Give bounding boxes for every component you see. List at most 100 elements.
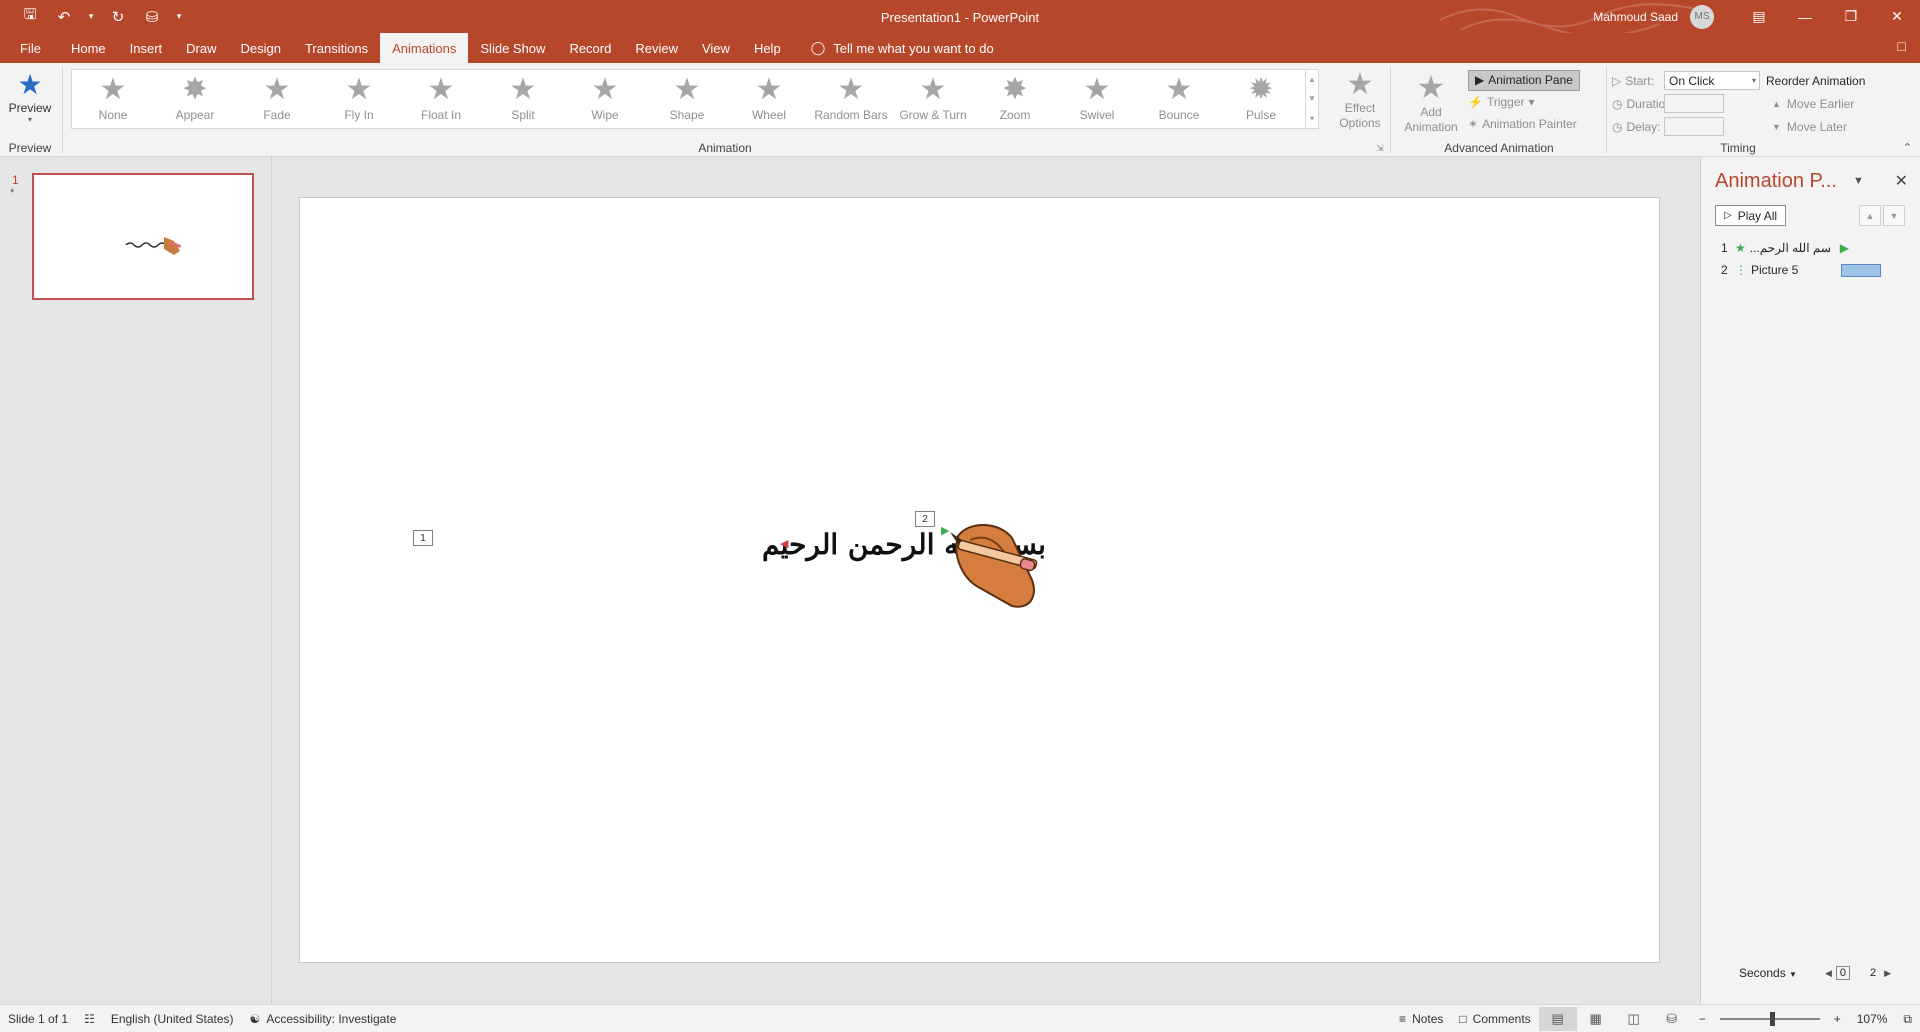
animation-dialog-launcher-icon[interactable]: ⇲ [1376, 143, 1384, 154]
slide-info: Slide 1 of 1 [8, 1011, 69, 1026]
comment-icon: □ [1459, 1012, 1467, 1026]
animation-group-label: Animation [698, 141, 752, 155]
undo-dropdown-icon[interactable]: ▾ [84, 3, 98, 31]
close-icon[interactable]: ✕ [1874, 0, 1920, 33]
play-all-button[interactable]: ▷ Play All [1715, 205, 1787, 226]
notes-icon: ≡ [1399, 1012, 1407, 1026]
item-number: 2 [1721, 263, 1728, 277]
group-divider [1390, 67, 1391, 153]
tab-design[interactable]: Design [229, 33, 293, 63]
restore-icon[interactable]: ❐ [1828, 0, 1874, 33]
animation-pane: Animation P... ▼ ✕ ▷ Play All ▲ ▼ 1 ★ ..… [1700, 157, 1920, 1004]
thumbnail-number: 1 [12, 173, 19, 187]
user-name[interactable]: Mahmoud Saad [1593, 10, 1678, 24]
thumbnail-preview [125, 237, 182, 255]
reading-view-icon[interactable]: ◫ [1615, 1007, 1653, 1031]
play-icon: ▷ [1724, 210, 1732, 221]
tell-me-label: Tell me what you want to do [833, 40, 994, 56]
animation-end-marker-icon: ◀ [780, 538, 789, 550]
zoom-in-icon[interactable]: + [1826, 1012, 1849, 1026]
slide-show-icon[interactable]: ⛁ [1653, 1007, 1691, 1031]
animation-list: 1 ★ ...بسم الله الرحم ▶ 2 ⋮ Picture 5 [1721, 237, 1911, 281]
accessibility-status[interactable]: ☯ Accessibility: Investigate [242, 1012, 405, 1026]
zoom-out-icon[interactable]: − [1691, 1012, 1714, 1026]
notes-label: Notes [1412, 1012, 1444, 1026]
comments-icon[interactable]: □ [1898, 38, 1906, 54]
preview-group: ★ Preview ▾ Preview [0, 63, 60, 157]
slide-canvas[interactable]: 1 2 بسم الله الرحمن الرحيم ▶ ◀ [299, 197, 1660, 963]
close-pane-icon[interactable]: ✕ [1895, 171, 1908, 191]
timeline-right-icon[interactable]: ▶ [1884, 968, 1891, 979]
move-up-icon[interactable]: ▲ [1859, 205, 1881, 226]
timeline-left-icon[interactable]: ◀ [1825, 968, 1832, 979]
animation-group: Animation [62, 63, 1388, 157]
lightbulb-icon: ◯ [810, 40, 826, 55]
undo-icon[interactable]: ↶ [50, 3, 78, 31]
timeline-bar [1841, 263, 1881, 277]
list-item[interactable]: 1 ★ ...بسم الله الرحم ▶ [1721, 237, 1911, 259]
tab-slide-show[interactable]: Slide Show [468, 33, 557, 63]
timeline-end: 2 [1870, 967, 1877, 979]
fit-to-window-icon[interactable]: ⧉ [1895, 1012, 1920, 1027]
seconds-label: Seconds [1739, 966, 1786, 980]
tab-file[interactable]: File [0, 33, 59, 63]
avatar[interactable]: MS [1690, 4, 1714, 29]
collapse-ribbon-icon[interactable]: ⌃ [1903, 141, 1912, 154]
language[interactable]: English (United States) [103, 1012, 242, 1026]
slide-thumbnail[interactable] [32, 173, 254, 300]
tell-me-search[interactable]: ◯ Tell me what you want to do [793, 33, 994, 63]
preview-button[interactable]: ★ Preview ▾ [6, 69, 54, 124]
tab-review[interactable]: Review [623, 33, 690, 63]
animation-pane-title: Animation P... [1715, 170, 1837, 192]
star-icon: ★ [1735, 241, 1746, 255]
play-all-label: Play All [1737, 208, 1778, 223]
play-marker-icon: ▶ [1839, 241, 1849, 255]
tab-record[interactable]: Record [557, 33, 623, 63]
notes-button[interactable]: ≡ Notes [1391, 1012, 1451, 1026]
zoom-slider[interactable] [1719, 1012, 1820, 1026]
item-number: 1 [1721, 241, 1728, 255]
animation-tag[interactable]: 2 [915, 511, 935, 527]
seconds-dropdown[interactable]: Seconds ▼ [1739, 966, 1797, 980]
tab-animations[interactable]: Animations [380, 33, 469, 63]
hand-with-pencil-image[interactable] [940, 518, 1050, 613]
ribbon-display-options-icon[interactable]: ▤ [1736, 0, 1782, 33]
tab-draw[interactable]: Draw [174, 33, 228, 63]
list-item[interactable]: 2 ⋮ Picture 5 [1721, 259, 1911, 281]
spelling-icon[interactable]: ☷ [76, 1012, 103, 1026]
comments-button[interactable]: □ Comments [1451, 1012, 1538, 1026]
pane-options-dropdown-icon[interactable]: ▼ [1853, 175, 1864, 187]
redo-icon[interactable]: ↻ [104, 3, 132, 31]
timing-group: Timing [1608, 63, 1868, 157]
normal-view-icon[interactable]: ▤ [1538, 1007, 1577, 1031]
tab-view[interactable]: View [690, 33, 742, 63]
preview-star-icon: ★ [17, 69, 43, 100]
timing-group-label: Timing [1720, 141, 1756, 155]
quick-access-toolbar: 🖫 ↶ ▾ ↻ ⛁ ▾ [0, 0, 186, 33]
timeline-start: 0 [1835, 966, 1851, 980]
item-name: Picture 5 [1751, 263, 1799, 277]
group-divider [1606, 67, 1607, 153]
animation-tag[interactable]: 1 [413, 530, 433, 546]
tab-transitions[interactable]: Transitions [293, 33, 380, 63]
zoom-slider-thumb[interactable] [1769, 1012, 1775, 1026]
move-down-icon[interactable]: ▼ [1883, 205, 1905, 226]
save-icon[interactable]: 🖫 [16, 3, 44, 31]
ribbon-tabs: File Home Insert Draw Design Transitions… [0, 33, 1920, 63]
motion-path-icon: ⋮ [1735, 263, 1747, 277]
status-bar: Slide 1 of 1 ☷ English (United States) ☯… [0, 1004, 1920, 1032]
comments-label: Comments [1472, 1012, 1531, 1026]
start-from-beginning-icon[interactable]: ⛁ [138, 3, 166, 31]
minimize-icon[interactable]: — [1782, 0, 1828, 33]
accessibility-icon: ☯ [249, 1011, 261, 1026]
tab-home[interactable]: Home [59, 33, 118, 63]
slide-editing-area: 1 2 بسم الله الرحمن الرحيم ▶ ◀ [273, 157, 1699, 1004]
zoom-level[interactable]: 107% [1849, 1012, 1896, 1026]
preview-group-label: Preview [8, 141, 52, 155]
slide-sorter-icon[interactable]: ▦ [1577, 1007, 1615, 1031]
thumbnail-animation-star: * [10, 187, 15, 199]
ribbon: ★ Preview ▾ Preview ★ None ✸ Appear ★ Fade … [0, 63, 1920, 157]
tab-help[interactable]: Help [742, 33, 793, 63]
tab-insert[interactable]: Insert [118, 33, 175, 63]
customize-qat-icon[interactable]: ▾ [172, 3, 186, 31]
